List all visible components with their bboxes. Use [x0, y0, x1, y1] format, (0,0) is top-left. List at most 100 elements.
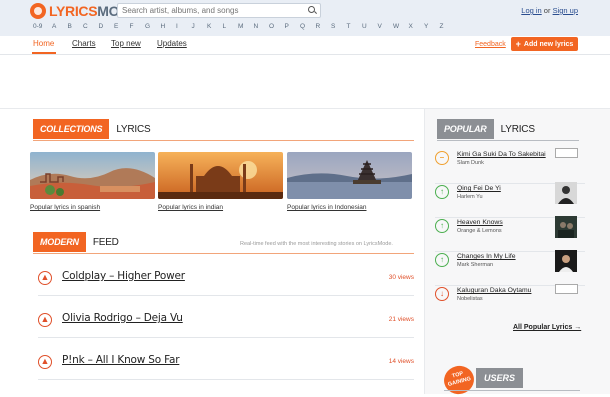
popular-title[interactable]: Heaven Knows: [457, 219, 503, 226]
alphabet-letter[interactable]: Q: [300, 23, 316, 30]
alphabet-letter[interactable]: O: [269, 23, 285, 30]
alphabet-letter[interactable]: L: [223, 23, 239, 30]
popular-artist: Nobelistas: [457, 296, 483, 302]
collection-label[interactable]: Popular lyrics in spanish: [30, 204, 155, 211]
alphabet-letter[interactable]: S: [331, 23, 347, 30]
track-row[interactable]: ▲ Olivia Rodrigo – Deja Vu 21 views: [38, 308, 414, 338]
alphabet-letter[interactable]: C: [83, 23, 99, 30]
track-row[interactable]: ▲ Coldplay – Higher Power 30 views: [38, 266, 414, 296]
artist-photo[interactable]: [555, 182, 577, 204]
feed-description: Real-time feed with the most interesting…: [240, 241, 393, 247]
signup-link[interactable]: Sign up: [553, 6, 578, 15]
tab-updates[interactable]: Updates: [157, 39, 187, 48]
collection-card-spanish[interactable]: Popular lyrics in spanish: [30, 152, 155, 211]
collections-rule: [33, 140, 414, 141]
alphabet-letter[interactable]: 0-9: [33, 23, 52, 30]
popular-item[interactable]: ↓ Kaluguran Daka Oytamu Nobelistas: [435, 284, 585, 320]
trend-flat-icon: –: [435, 151, 449, 165]
track-title[interactable]: Olivia Rodrigo – Deja Vu: [62, 312, 183, 324]
alphabet-letter[interactable]: X: [409, 23, 425, 30]
alphabet-letter[interactable]: D: [99, 23, 115, 30]
alphabet-letter[interactable]: J: [192, 23, 208, 30]
collection-card-indian[interactable]: Popular lyrics in indian: [158, 152, 283, 211]
popular-artist: Orange & Lemons: [457, 228, 502, 234]
popular-artist: Harlem Yu: [457, 194, 483, 200]
modern-word: FEED: [92, 236, 119, 248]
search-icon[interactable]: [308, 6, 315, 13]
modern-header: MODERN FEED: [33, 232, 119, 252]
trend-up-icon: ↑: [435, 219, 449, 233]
popular-item[interactable]: – Kimi Ga Suki Da To Sakebitai Slam Dunk: [435, 148, 585, 184]
popular-item[interactable]: ↑ Changes In My Life Mark Sherman: [435, 250, 585, 286]
search-box[interactable]: [117, 3, 321, 18]
users-pill: USERS: [476, 368, 524, 388]
users-rule: [444, 390, 580, 391]
collection-label[interactable]: Popular lyrics in indian: [158, 204, 283, 211]
alphabet-letter[interactable]: K: [207, 23, 223, 30]
popular-header: POPULAR LYRICS: [437, 119, 535, 139]
popular-artist: Slam Dunk: [457, 160, 484, 166]
alphabet-letter[interactable]: H: [161, 23, 177, 30]
search-input[interactable]: [122, 5, 302, 16]
popular-item[interactable]: ↑ Qing Fei De Yi Harlem Yu: [435, 182, 585, 218]
alphabet-letter[interactable]: B: [68, 23, 84, 30]
alphabet-letter[interactable]: U: [362, 23, 378, 30]
add-lyrics-button[interactable]: + Add new lyrics: [511, 37, 578, 51]
track-title[interactable]: P!nk – All I Know So Far: [62, 354, 180, 366]
tab-charts[interactable]: Charts: [72, 39, 96, 48]
plus-icon: +: [515, 38, 521, 49]
feedback-link[interactable]: Feedback: [475, 41, 506, 48]
alphabet-letter[interactable]: W: [393, 23, 409, 30]
popular-title[interactable]: Kaluguran Daka Oytamu: [457, 287, 531, 294]
artist-photo[interactable]: [555, 250, 577, 272]
logo-mark-icon: [30, 3, 46, 19]
collection-card-indonesian[interactable]: Popular lyrics in Indonesian: [287, 152, 412, 211]
temple-lake-image[interactable]: [287, 152, 412, 199]
artist-photo[interactable]: [555, 216, 577, 238]
alphabet-letter[interactable]: G: [145, 23, 161, 30]
auth-or: or: [541, 6, 553, 15]
collections-pill: COLLECTIONS: [33, 119, 110, 139]
track-title[interactable]: Coldplay – Higher Power: [62, 270, 185, 282]
alphabet-letter[interactable]: F: [130, 23, 146, 30]
popular-title[interactable]: Kimi Ga Suki Da To Sakebitai: [457, 151, 546, 158]
spanish-city-image[interactable]: [30, 152, 155, 199]
view-count: 30 views: [388, 274, 414, 281]
modern-rule: [33, 253, 414, 254]
alphabet-letter[interactable]: R: [316, 23, 332, 30]
popular-artist: Mark Sherman: [457, 262, 494, 268]
login-link[interactable]: Log in: [521, 6, 541, 15]
flame-icon: ▲: [38, 355, 52, 369]
popular-rule: [437, 140, 579, 141]
flame-icon: ▲: [38, 271, 52, 285]
alphabet-letter[interactable]: I: [176, 23, 192, 30]
alphabet-letter[interactable]: M: [238, 23, 254, 30]
alphabet-letter[interactable]: Y: [424, 23, 440, 30]
taj-mahal-image[interactable]: [158, 152, 283, 199]
alphabet-letter[interactable]: P: [285, 23, 301, 30]
alphabet-index: 0-9 A B C D E F G H I J K L M N O P Q R S T U V W X Y Z: [33, 23, 455, 30]
tab-home[interactable]: Home: [33, 39, 54, 48]
alphabet-letter[interactable]: A: [52, 23, 68, 30]
track-row[interactable]: ▲ P!nk – All I Know So Far 14 views: [38, 350, 414, 380]
top-gaining-badge: TOP GAINING: [440, 362, 478, 397]
tab-top-new[interactable]: Top new: [111, 39, 141, 48]
popular-item[interactable]: ↑ Heaven Knows Orange & Lemons: [435, 216, 585, 252]
alphabet-letter[interactable]: T: [347, 23, 363, 30]
alphabet-letter[interactable]: E: [114, 23, 130, 30]
alphabet-letter[interactable]: Z: [440, 23, 456, 30]
broken-image-icon: [555, 284, 578, 294]
alphabet-letter[interactable]: N: [254, 23, 270, 30]
broken-image-icon: [555, 148, 578, 158]
view-count: 14 views: [388, 358, 414, 365]
trend-down-icon: ↓: [435, 287, 449, 301]
collections-header: COLLECTIONS LYRICS: [33, 119, 151, 139]
all-popular-lyrics-link[interactable]: All Popular Lyrics →: [513, 324, 581, 331]
collections-word: LYRICS: [116, 123, 151, 135]
alphabet-letter[interactable]: V: [378, 23, 394, 30]
main-nav: Home Charts Top new Updates Feedback + Ad…: [0, 36, 610, 55]
popular-title[interactable]: Changes In My Life: [457, 253, 516, 260]
popular-title[interactable]: Qing Fei De Yi: [457, 185, 501, 192]
trend-up-icon: ↑: [435, 185, 449, 199]
collection-label[interactable]: Popular lyrics in Indonesian: [287, 204, 412, 211]
